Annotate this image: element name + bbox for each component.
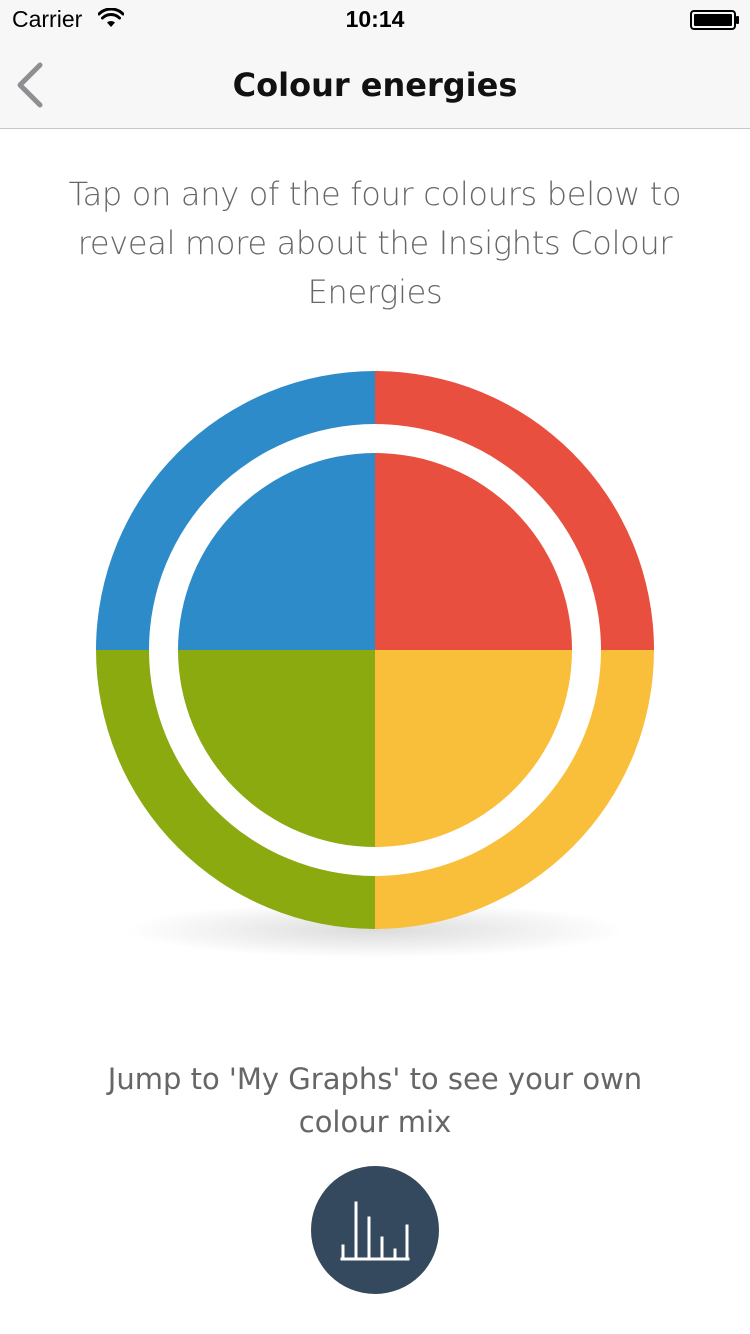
intro-text: Tap on any of the four colours below to … <box>68 175 682 311</box>
nav-bar: Colour energies <box>0 40 750 129</box>
colour-wheel <box>60 350 690 990</box>
status-bar: Carrier 10:14 <box>0 0 750 40</box>
status-time: 10:14 <box>345 6 405 32</box>
my-graphs-button-bg <box>311 1166 439 1294</box>
my-graphs-button[interactable] <box>311 1166 439 1294</box>
page-title: Colour energies <box>232 66 518 104</box>
my-graphs-hint: Jump to 'My Graphs' to see your own colo… <box>107 1062 643 1139</box>
battery-icon <box>690 10 739 30</box>
